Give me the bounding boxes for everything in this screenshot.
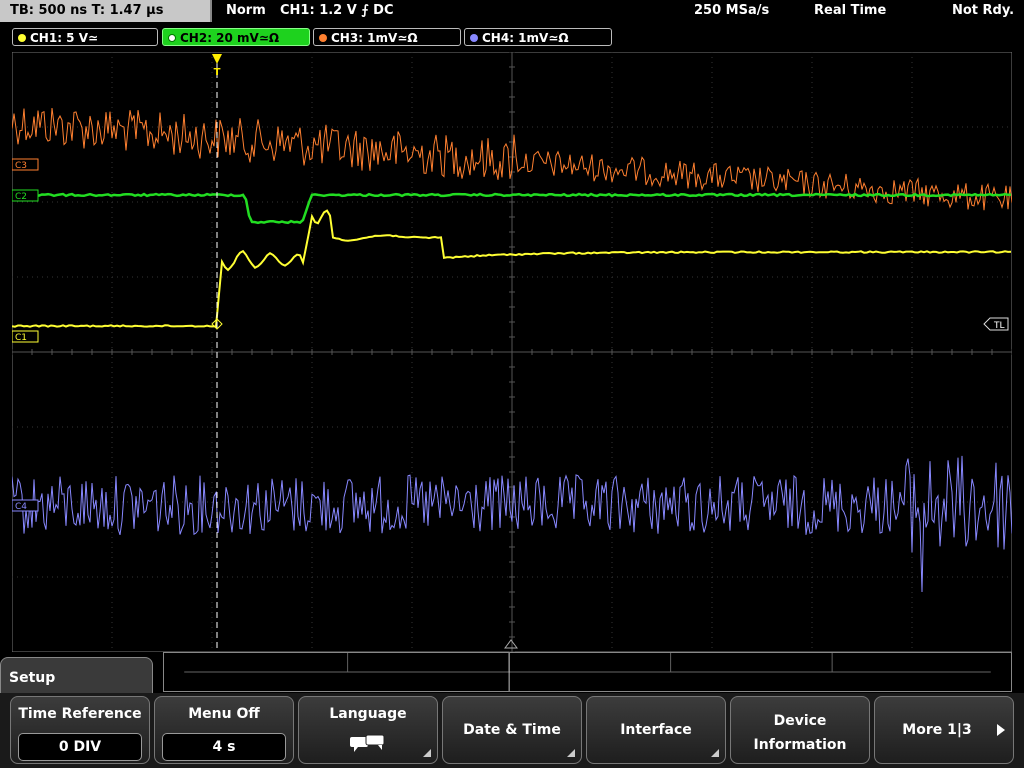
channel-2-label: CH2: 20 mV≃Ω [180,31,280,45]
channel-3-tab[interactable]: CH3: 1mV≃Ω [313,28,461,46]
language-label: Language [329,706,407,722]
zoom-overview-strip[interactable] [163,652,1012,692]
time-reference-value: 0 DIV [18,733,142,761]
ch3-offset-marker[interactable]: C3 [12,158,39,171]
device-information-label-2: Information [753,737,847,753]
time-reference-label: Time Reference [18,706,142,722]
sample-rate: 250 MSa/s [694,3,770,18]
ch4-offset-marker[interactable]: C4 [12,499,39,512]
channel-3-label: CH3: 1mV≃Ω [331,31,418,45]
timebase-readout[interactable]: TB: 500 ns T: 1.47 µs [0,0,212,22]
device-information-label-1: Device [773,713,827,729]
device-information-button[interactable]: Device Information [730,696,870,764]
acquisition-mode: Real Time [814,3,887,18]
channel-4-tab[interactable]: CH4: 1mV≃Ω [464,28,612,46]
ch3-dot-icon [319,34,327,42]
more-label: More 1|3 [902,722,972,738]
menu-off-value: 4 s [162,733,286,761]
submenu-indicator-icon [567,749,575,757]
menu-off-label: Menu Off [188,706,260,722]
channel-bar: CH1: 5 V≃ CH2: 20 mV≃Ω CH3: 1mV≃Ω CH4: 1… [0,26,1024,48]
next-page-icon [997,724,1005,736]
ch1-marker-label: C1 [15,333,27,343]
speech-bubbles-icon [350,734,385,752]
more-button[interactable]: More 1|3 [874,696,1014,764]
channel-2-tab[interactable]: CH2: 20 mV≃Ω [162,28,310,46]
trigger-position-label: T [214,67,221,78]
trigger-mode[interactable]: Norm [226,3,266,18]
channel-1-tab[interactable]: CH1: 5 V≃ [12,28,158,46]
ch1-dot-icon [18,34,26,42]
ch2-offset-marker[interactable]: C2 [12,189,39,202]
status-bar: TB: 500 ns T: 1.47 µs Norm CH1: 1.2 V ⨍ … [0,0,1024,25]
submenu-indicator-icon [423,749,431,757]
interface-label: Interface [620,722,692,738]
ch1-offset-marker[interactable]: C1 [12,330,39,343]
waveform-display[interactable]: T C3 C2 C1 C4 TL [12,52,1012,652]
trigger-level-label: TL [993,321,1005,331]
trigger-status: Not Rdy. [952,3,1015,18]
time-reference-button[interactable]: Time Reference 0 DIV [10,696,150,764]
ch3-marker-label: C3 [15,161,27,171]
ch4-dot-icon [470,34,478,42]
ch2-marker-label: C2 [15,192,27,202]
interface-button[interactable]: Interface [586,696,726,764]
language-button[interactable]: Language [298,696,438,764]
ch2-dot-icon [168,34,176,42]
date-time-button[interactable]: Date & Time [442,696,582,764]
channel-4-label: CH4: 1mV≃Ω [482,31,569,45]
submenu-indicator-icon [711,749,719,757]
trigger-source[interactable]: CH1: 1.2 V ⨍ DC [280,3,394,18]
ch4-marker-label: C4 [15,502,27,512]
menu-title: Setup [0,657,153,693]
channel-1-label: CH1: 5 V≃ [30,31,99,45]
date-time-label: Date & Time [463,722,561,738]
menu-off-button[interactable]: Menu Off 4 s [154,696,294,764]
softkey-bar: Time Reference 0 DIV Menu Off 4 s Langua… [0,693,1024,768]
